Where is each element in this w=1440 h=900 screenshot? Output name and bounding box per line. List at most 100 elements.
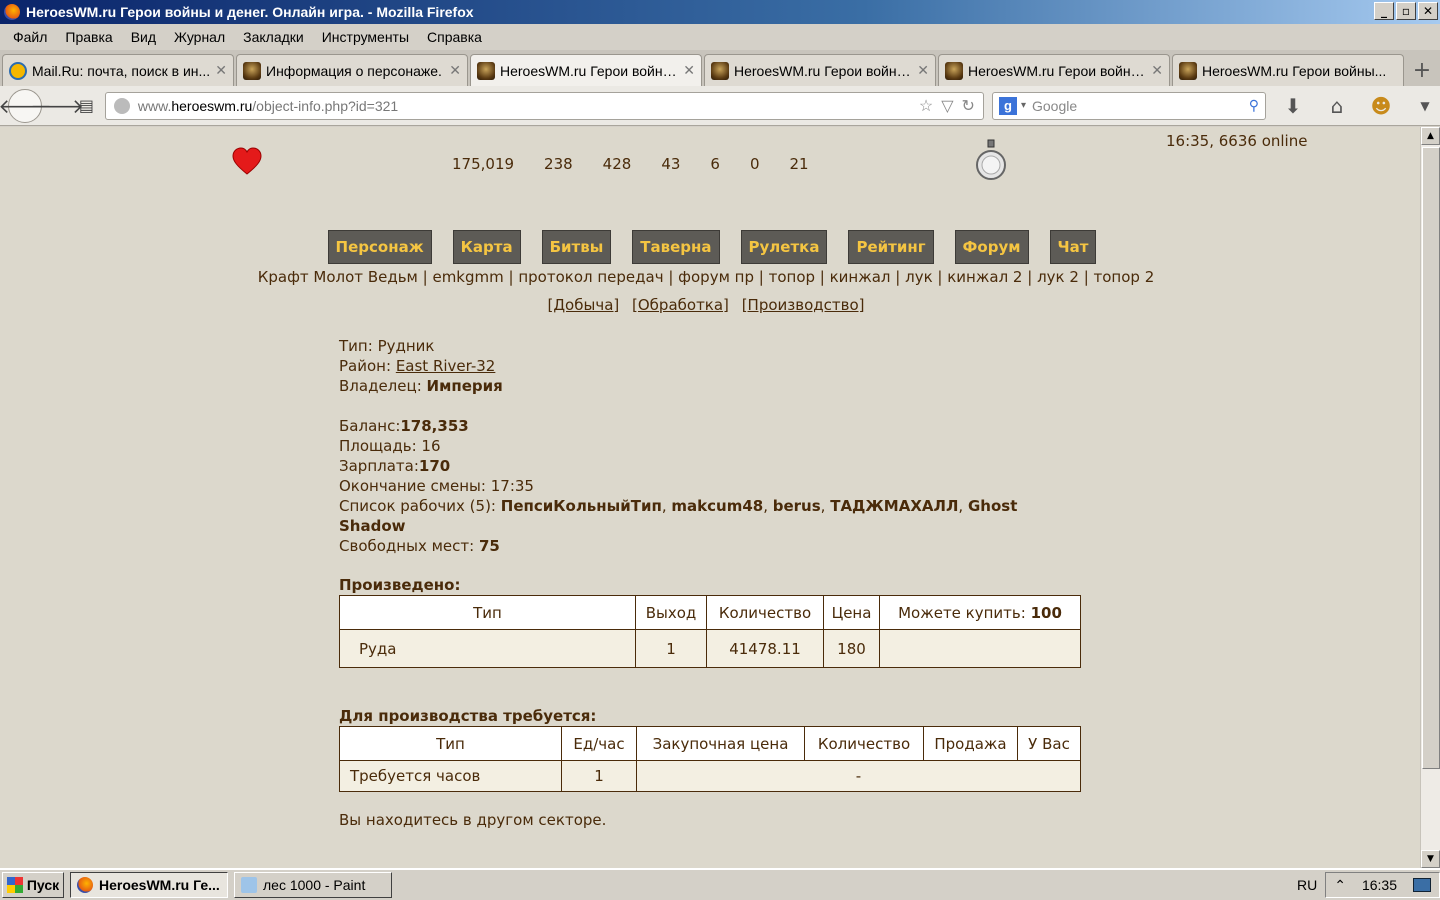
tray-clock[interactable]: 16:35: [1362, 877, 1397, 893]
nav-roulette[interactable]: Рулетка: [740, 230, 828, 264]
tab-heroeswm[interactable]: HeroesWM.ru Герои войны... ✕: [938, 54, 1170, 86]
tray-expand-icon[interactable]: ⌃: [1334, 877, 1346, 894]
link-emkgmm[interactable]: emkgmm: [432, 268, 503, 286]
vertical-scrollbar[interactable]: ▲ ▼: [1420, 127, 1440, 868]
object-type-line: Тип: Рудник: [339, 337, 435, 355]
scroll-up-icon[interactable]: ▲: [1421, 127, 1440, 145]
nav-chat[interactable]: Чат: [1049, 230, 1097, 264]
menu-edit[interactable]: Правка: [56, 29, 121, 45]
language-indicator[interactable]: RU: [1297, 877, 1317, 893]
tab-heroeswm-active[interactable]: HeroesWM.ru Герои войны... ✕: [470, 54, 702, 86]
minimize-button[interactable]: _: [1374, 2, 1394, 20]
tab-close-icon[interactable]: ✕: [917, 62, 929, 79]
table-header: У Вас: [1017, 726, 1081, 761]
object-owner-line: Владелец: Империя: [339, 377, 503, 395]
table-header: Тип: [339, 595, 636, 630]
firefox-icon: [77, 877, 93, 893]
link-mining[interactable]: [Добыча]: [547, 296, 619, 314]
shift-end-value: 17:35: [490, 477, 534, 495]
worker-link[interactable]: ПепсиКольныйТип: [501, 497, 662, 515]
menu-view[interactable]: Вид: [122, 29, 165, 45]
tab-heroeswm[interactable]: HeroesWM.ru Герои войны... ✕: [704, 54, 936, 86]
google-icon[interactable]: g: [998, 96, 1017, 115]
dropdown-arrow-icon[interactable]: ▽: [941, 96, 953, 116]
taskbar-item-paint[interactable]: лес 1000 - Paint: [234, 872, 392, 898]
district-link[interactable]: East River-32: [396, 357, 496, 375]
worker-link[interactable]: makcum48: [671, 497, 763, 515]
menu-bookmarks[interactable]: Закладки: [234, 29, 313, 45]
window-titlebar: HeroesWM.ru Герои войны и денег. Онлайн …: [0, 0, 1440, 24]
link-axe-2[interactable]: топор 2: [1094, 268, 1155, 286]
area-value: 16: [421, 437, 441, 455]
tab-mailru[interactable]: Mail.Ru: почта, поиск в ин... ✕: [2, 54, 234, 86]
nav-character[interactable]: Персонаж: [327, 230, 432, 264]
download-icon[interactable]: ⬇: [1278, 91, 1308, 121]
reload-icon[interactable]: ↻: [962, 96, 975, 116]
link-transfer-log[interactable]: протокол передач: [518, 268, 663, 286]
paint-icon: [241, 877, 257, 893]
workers-line: Список рабочих (5): ПепсиКольныйТип, mak…: [339, 497, 1018, 535]
system-tray: RU ⌃ 16:35: [1297, 872, 1440, 898]
windows-logo-icon: [6, 877, 23, 893]
start-button[interactable]: Пуск: [2, 872, 64, 898]
ring-icon[interactable]: [974, 139, 1008, 183]
worker-link[interactable]: berus: [773, 497, 821, 515]
new-tab-button[interactable]: +: [1406, 54, 1438, 86]
bookmark-star-icon[interactable]: ☆: [919, 96, 933, 116]
object-district-line: Район: East River-32: [339, 357, 496, 375]
forward-button[interactable]: 🡒: [30, 91, 84, 121]
table-header: Количество: [706, 595, 824, 630]
worker-link[interactable]: ТАДЖМАХАЛЛ: [830, 497, 958, 515]
show-desktop-icon[interactable]: [1413, 878, 1431, 892]
tab-heroeswm[interactable]: HeroesWM.ru Герои войны...: [1172, 54, 1404, 86]
nav-battles[interactable]: Битвы: [541, 230, 612, 264]
link-dagger[interactable]: кинжал: [830, 268, 891, 286]
table-cell: Руда: [339, 629, 636, 668]
nav-tavern[interactable]: Таверна: [632, 230, 720, 264]
history-icon[interactable]: ▤: [72, 91, 101, 121]
link-production[interactable]: [Производство]: [742, 296, 865, 314]
link-bow[interactable]: лук: [905, 268, 933, 286]
nav-map[interactable]: Карта: [452, 230, 521, 264]
taskbar-item-label: HeroesWM.ru Ге...: [99, 877, 220, 893]
nav-rating[interactable]: Рейтинг: [848, 230, 934, 264]
search-placeholder: Google: [1031, 97, 1078, 114]
close-button[interactable]: ✕: [1418, 2, 1438, 20]
tab-close-icon[interactable]: ✕: [1151, 62, 1163, 79]
restore-button[interactable]: ▫: [1396, 2, 1416, 20]
tab-character-info[interactable]: Информация о персонаже. ✕: [236, 54, 468, 86]
search-engine-dropdown-icon[interactable]: ▾: [1021, 100, 1026, 111]
search-magnifier-icon[interactable]: ⚲: [1249, 97, 1259, 114]
url-host: heroeswm.ru: [171, 97, 253, 114]
link-processing[interactable]: [Обработка]: [632, 296, 729, 314]
link-dagger-2[interactable]: кинжал 2: [947, 268, 1022, 286]
link-craft[interactable]: Крафт Молот Ведьм: [258, 268, 418, 286]
url-path: /object-info.php?id=321: [252, 97, 399, 114]
menu-tools[interactable]: Инструменты: [313, 29, 418, 45]
menu-help[interactable]: Справка: [418, 29, 491, 45]
menu-file[interactable]: Файл: [4, 29, 56, 45]
home-icon[interactable]: ⌂: [1322, 91, 1352, 121]
search-bar[interactable]: g ▾ Google ⚲: [991, 91, 1266, 120]
address-bar[interactable]: www. heroeswm.ru /object-info.php?id=321…: [104, 91, 984, 120]
table-header-row: Тип Ед/час Закупочная цена Количество Пр…: [339, 726, 1081, 761]
link-bow-2[interactable]: лук 2: [1037, 268, 1079, 286]
scroll-down-icon[interactable]: ▼: [1421, 850, 1440, 868]
tab-close-icon[interactable]: ✕: [215, 62, 227, 79]
taskbar-item-label: лес 1000 - Paint: [263, 877, 366, 893]
tab-close-icon[interactable]: ✕: [449, 62, 461, 79]
table-cell: -: [636, 760, 1081, 792]
object-category-links: [Добыча] [Обработка] [Производство]: [0, 296, 1412, 314]
menu-dropdown-icon[interactable]: ▼: [1410, 91, 1440, 121]
table-cell: [879, 629, 1081, 668]
nav-forum[interactable]: Форум: [954, 230, 1029, 264]
menu-history[interactable]: Журнал: [165, 29, 234, 45]
scroll-thumb[interactable]: [1422, 147, 1440, 769]
link-axe[interactable]: топор: [769, 268, 815, 286]
taskbar-item-firefox[interactable]: HeroesWM.ru Ге...: [70, 872, 228, 898]
addon-icon[interactable]: ☻: [1366, 91, 1396, 121]
stat-mercury: 43: [661, 155, 681, 173]
tab-close-icon[interactable]: ✕: [683, 62, 695, 79]
hwm-icon: [711, 61, 729, 80]
link-forum-pr[interactable]: форум пр: [678, 268, 754, 286]
